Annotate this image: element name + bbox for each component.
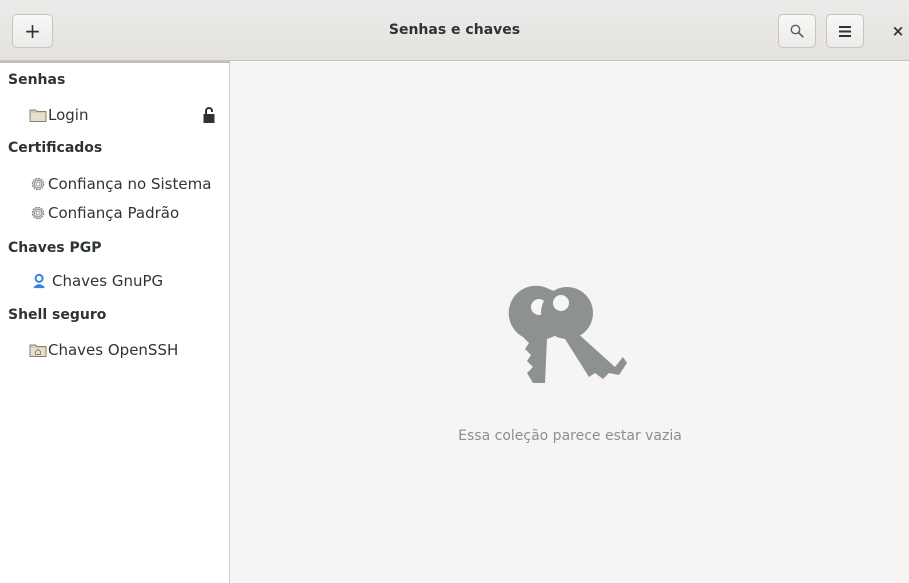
sidebar-item-confianca-sistema[interactable]: Confiança no Sistema xyxy=(0,170,229,198)
sidebar-item-label: Chaves GnuPG xyxy=(52,272,164,290)
gear-icon xyxy=(31,177,45,191)
seahorse-window: + Senhas e chaves × Senhas Login Certifi… xyxy=(0,0,909,583)
gear-icon xyxy=(31,206,45,220)
folder-icon xyxy=(29,109,47,122)
sidebar-item-label: Confiança Padrão xyxy=(48,204,180,222)
sidebar-item-label: Confiança no Sistema xyxy=(48,175,212,193)
close-icon: × xyxy=(891,22,905,40)
close-button[interactable]: × xyxy=(887,18,909,44)
empty-state-message: Essa coleção parece estar vazia xyxy=(458,428,682,444)
plus-icon: + xyxy=(24,19,41,43)
add-button[interactable]: + xyxy=(12,14,53,48)
sidebar-item-confianca-padrao[interactable]: Confiança Padrão xyxy=(0,199,229,227)
section-heading-shell-seguro: Shell seguro xyxy=(8,307,107,323)
section-heading-certificados: Certificados xyxy=(8,140,103,156)
sidebar-item-chaves-openssh[interactable]: Chaves OpenSSH xyxy=(0,336,229,364)
sidebar-item-label: Login xyxy=(48,106,89,124)
keys-icon xyxy=(508,285,627,383)
lock-icon[interactable] xyxy=(202,106,216,124)
header-bar: + Senhas e chaves × xyxy=(0,0,909,61)
section-heading-senhas: Senhas xyxy=(8,72,66,88)
search-button[interactable] xyxy=(778,14,816,48)
sidebar-item-login[interactable]: Login xyxy=(0,101,229,129)
section-heading-chaves-pgp: Chaves PGP xyxy=(8,240,102,256)
user-icon xyxy=(33,273,45,289)
main-menu-button[interactable] xyxy=(826,14,864,48)
hamburger-menu-icon xyxy=(839,25,851,37)
search-icon xyxy=(790,24,804,38)
sidebar-item-chaves-gnupg[interactable]: Chaves GnuPG xyxy=(0,267,229,295)
sidebar-divider xyxy=(0,61,230,63)
window-title: Senhas e chaves xyxy=(388,22,521,38)
sidebar-item-label: Chaves OpenSSH xyxy=(48,341,179,359)
home-folder-icon xyxy=(29,344,47,357)
